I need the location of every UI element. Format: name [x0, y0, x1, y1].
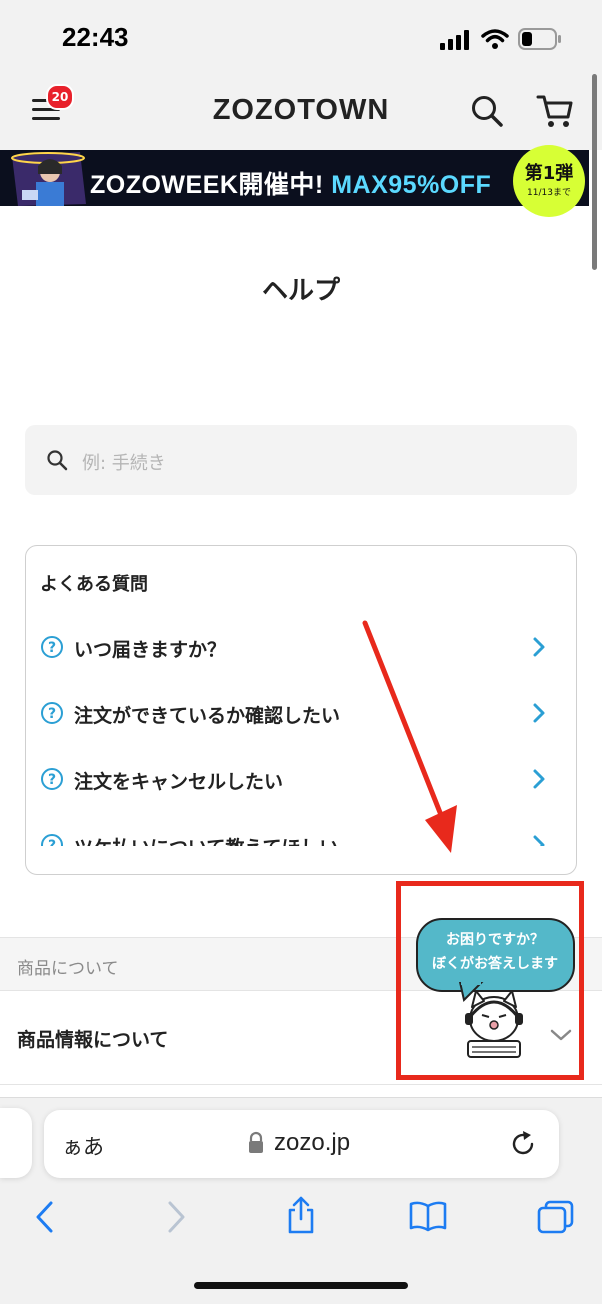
search-field-icon — [47, 450, 68, 471]
banner-phase-date: 11/13まで — [527, 188, 571, 198]
question-circle-icon: ? — [41, 834, 63, 846]
banner-phase-title: 第1弾 — [524, 163, 574, 184]
search-icon[interactable] — [470, 94, 504, 128]
page-scrollbar[interactable] — [592, 74, 597, 270]
faq-item-label: 注文をキャンセルしたい — [74, 771, 284, 793]
url-text: zozo.jp — [274, 1129, 351, 1156]
status-time: 22:43 — [62, 22, 129, 52]
question-circle-icon: ? — [41, 702, 63, 724]
faq-item[interactable]: ? いつ届きますか？ — [26, 616, 574, 676]
faq-item-partial[interactable]: ? ツケ払いについて教えてほしい — [26, 814, 574, 846]
lock-icon — [249, 1131, 263, 1153]
svg-text:?: ? — [48, 706, 56, 722]
faq-item-label: ツケ払いについて教えてほしい — [74, 833, 338, 846]
banner-highlight-text: MAX95%OFF — [331, 171, 492, 199]
home-indicator[interactable] — [194, 1282, 408, 1289]
divider — [0, 1084, 602, 1085]
search-placeholder: 例: 手続き — [82, 453, 166, 474]
chevron-right-icon — [533, 835, 545, 846]
banner-phase-badge: 第1弾 11/13まで — [513, 145, 585, 217]
banner-main-text: ZOZOWEEK開催中! — [90, 171, 332, 199]
chevron-right-icon — [533, 703, 545, 723]
svg-text:?: ? — [48, 838, 56, 846]
category-label: 商品について — [17, 959, 119, 979]
banner-text: ZOZOWEEK開催中! MAX95%OFF — [90, 165, 491, 201]
signal-icon — [440, 30, 469, 50]
previous-tab-card[interactable] — [0, 1108, 32, 1178]
tabs-icon[interactable] — [537, 1199, 575, 1235]
annotation-arrow — [362, 620, 457, 853]
question-circle-icon: ? — [41, 768, 63, 790]
faq-item[interactable]: ? 注文ができているか確認したい — [26, 682, 574, 742]
chevron-right-icon — [533, 637, 545, 657]
faq-item-label: いつ届きますか？ — [74, 639, 227, 661]
question-circle-icon: ? — [41, 636, 63, 658]
back-icon[interactable] — [33, 1200, 57, 1234]
battery-icon — [518, 28, 561, 50]
bookmarks-icon[interactable] — [408, 1200, 448, 1232]
reload-icon[interactable] — [510, 1130, 538, 1158]
wifi-icon — [481, 29, 509, 49]
product-info-accordion[interactable]: 商品情報について — [17, 1025, 168, 1052]
faq-item[interactable]: ? 注文をキャンセルしたい — [26, 748, 574, 808]
share-icon[interactable] — [284, 1195, 318, 1235]
reader-settings-button[interactable]: ぁあ — [62, 1131, 104, 1161]
chevron-right-icon — [533, 769, 545, 789]
forward-icon[interactable] — [164, 1200, 188, 1234]
site-logo[interactable]: ZOZOTOWN — [0, 94, 602, 127]
svg-text:?: ? — [48, 640, 56, 656]
annotation-highlight-box — [396, 881, 584, 1080]
faq-item-label: 注文ができているか確認したい — [74, 705, 341, 727]
svg-text:?: ? — [48, 772, 56, 788]
cart-icon[interactable] — [536, 93, 574, 129]
page-title: ヘルプ — [261, 276, 340, 306]
faq-title: よくある質問 — [40, 574, 148, 595]
